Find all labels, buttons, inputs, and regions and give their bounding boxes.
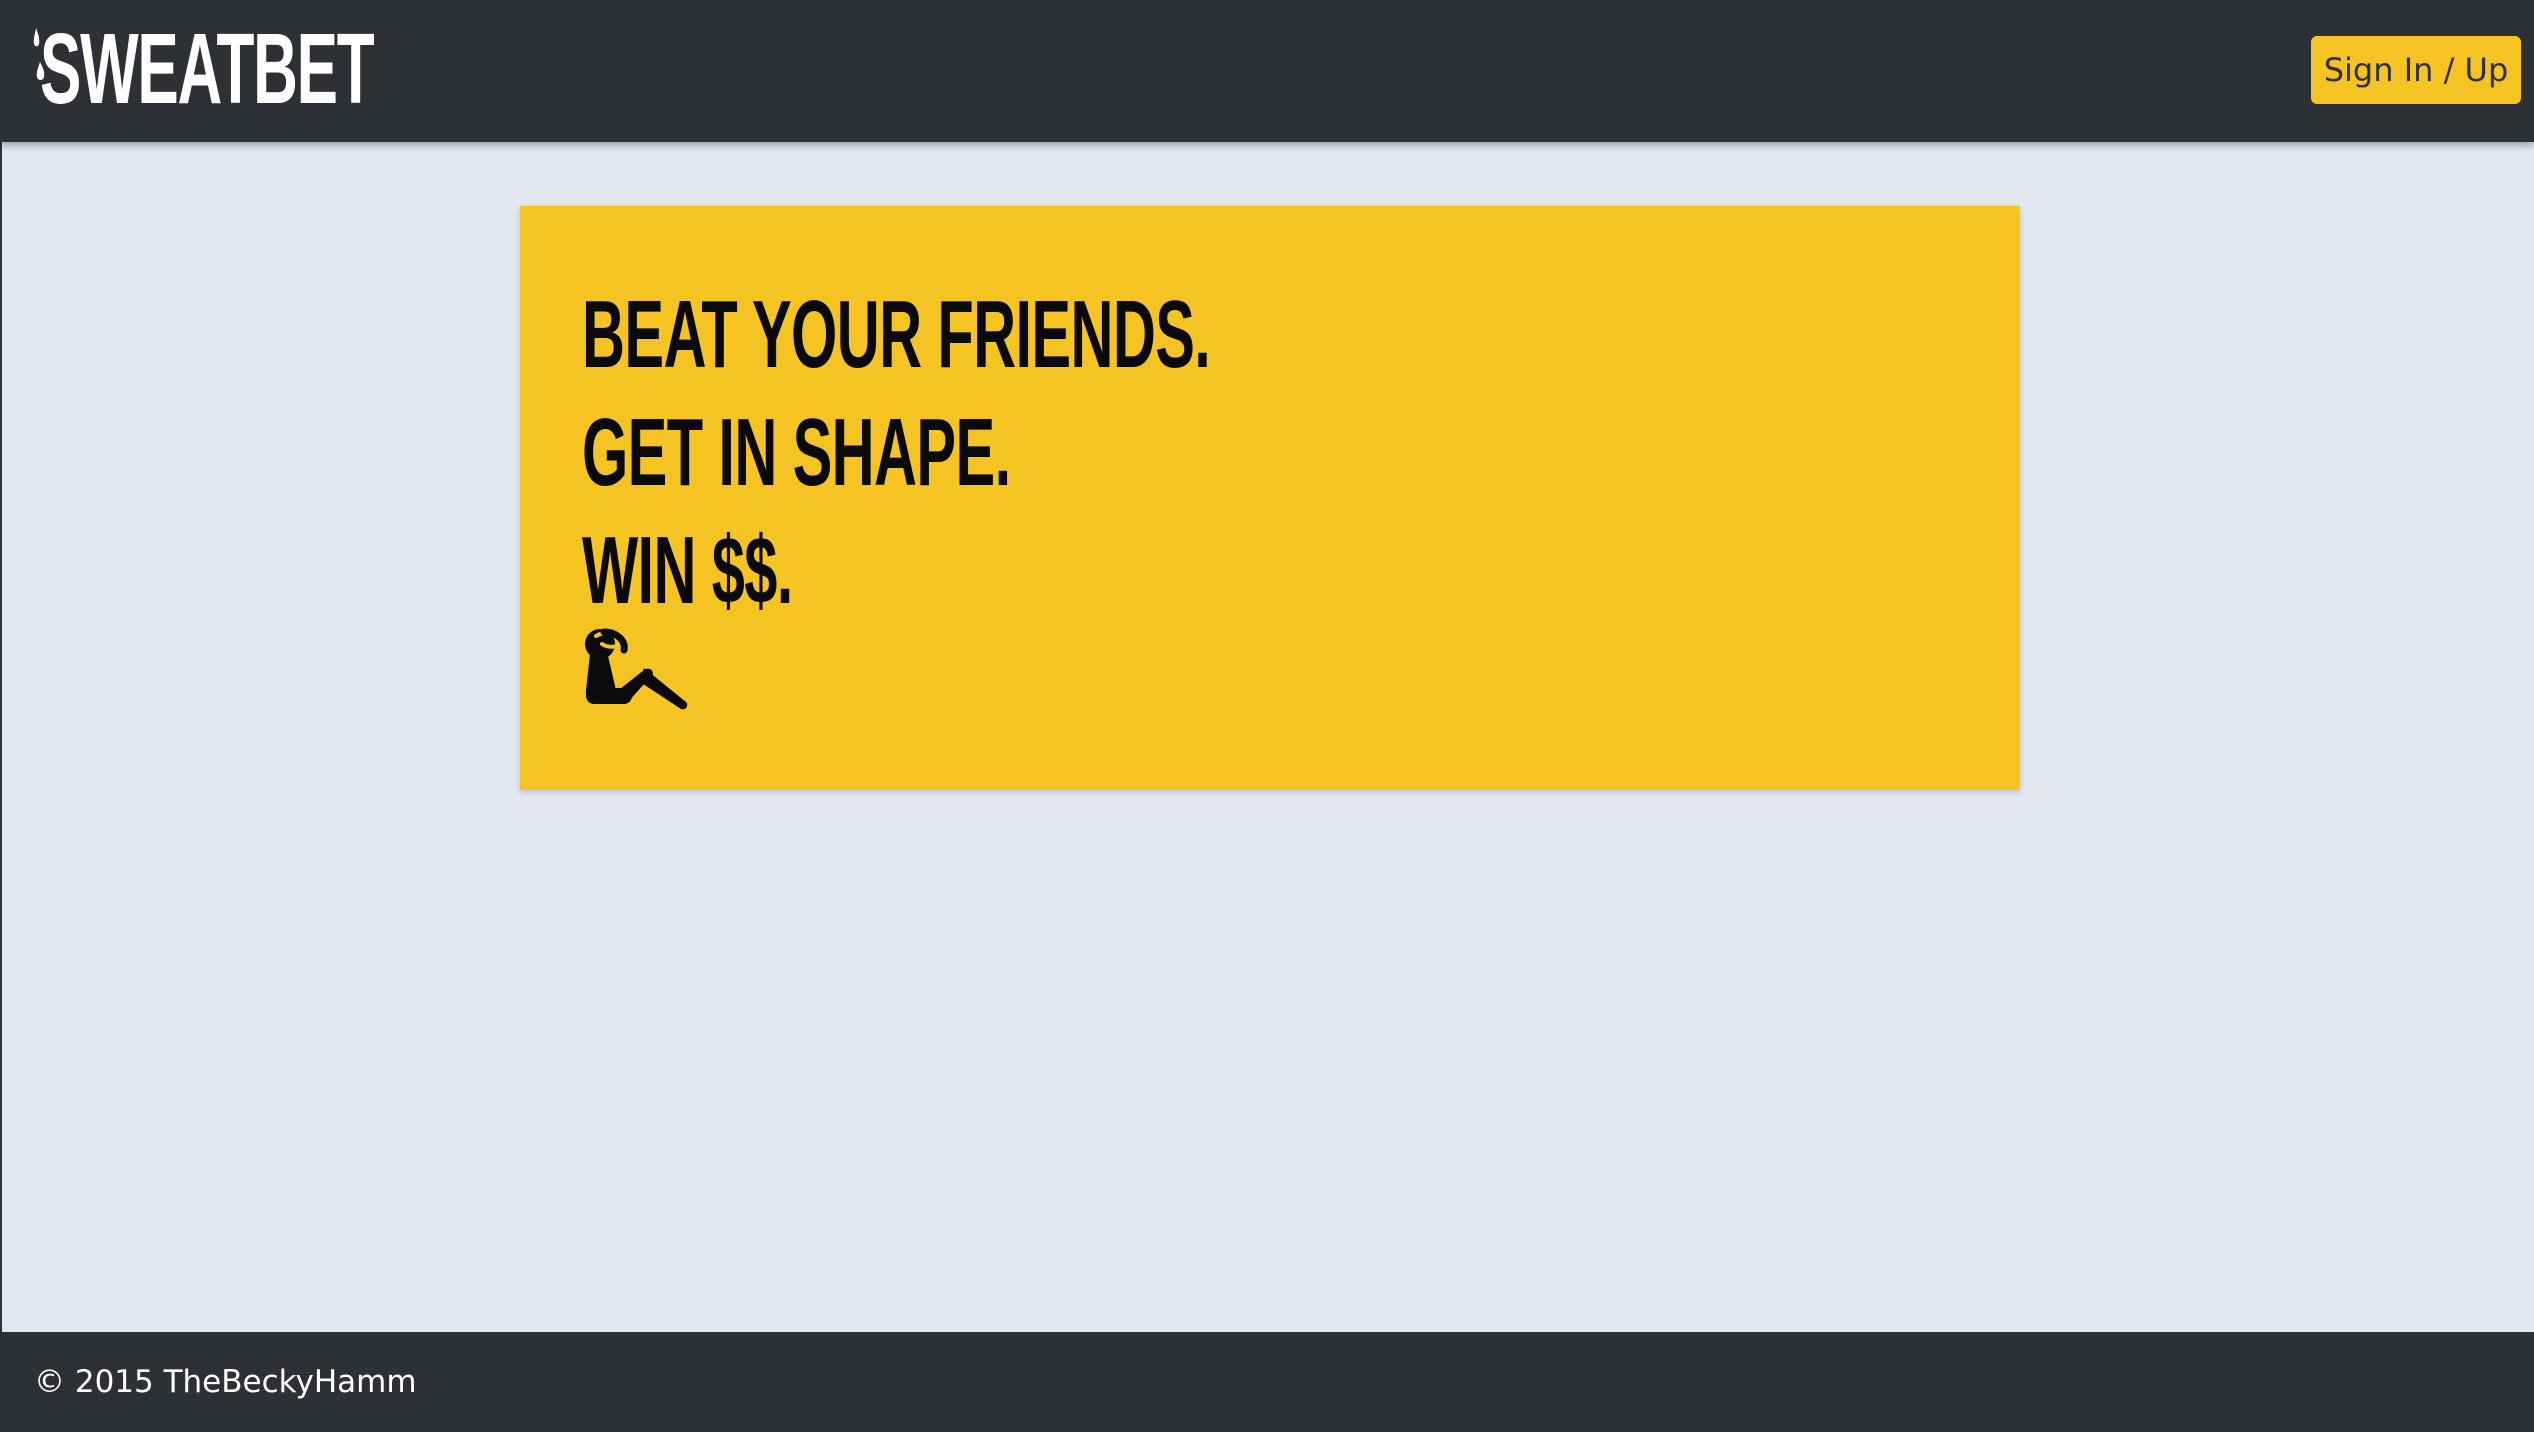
top-navbar: SWEATBET Sign In / Up (0, 0, 2534, 142)
window-edge (0, 0, 2, 1432)
logo-text: SWEATBET (40, 13, 375, 125)
copyright-text: © 2015 TheBeckyHamm (34, 1364, 417, 1400)
hero-card: BEAT YOUR FRIENDS. GET IN SHAPE. WIN $$. (520, 206, 2020, 790)
hero-tagline: BEAT YOUR FRIENDS. GET IN SHAPE. WIN $$. (582, 276, 1595, 630)
sweatbet-logo[interactable]: SWEATBET (30, 14, 578, 124)
footer: © 2015 TheBeckyHamm (0, 1332, 2534, 1432)
sign-in-up-button[interactable]: Sign In / Up (2311, 36, 2521, 104)
tagline-line-3: WIN $$. (582, 517, 793, 624)
tagline-line-2: GET IN SHAPE. (582, 399, 1011, 506)
tagline-line-1: BEAT YOUR FRIENDS. (582, 281, 1211, 388)
situp-figure-icon (585, 628, 688, 710)
